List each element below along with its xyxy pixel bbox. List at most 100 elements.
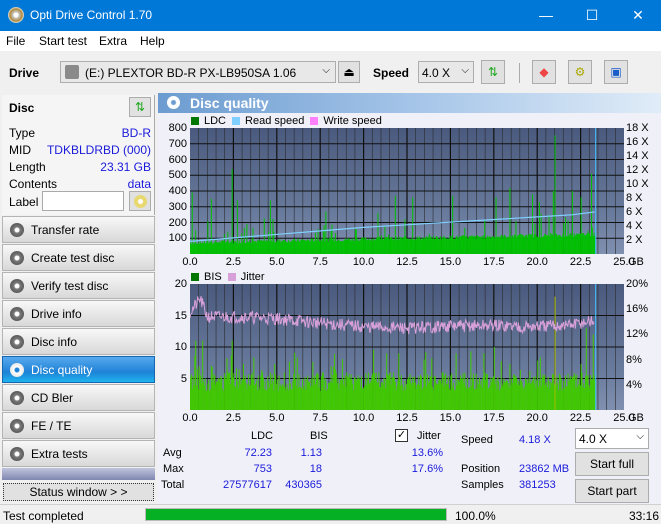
- nav-disc-info[interactable]: Disc info: [2, 328, 155, 355]
- ldc-bar: [328, 237, 330, 254]
- bis-bar: [584, 376, 586, 410]
- bis-bar: [276, 379, 278, 410]
- ldc-bar: [406, 238, 408, 254]
- bis-bar: [446, 383, 448, 410]
- nav-drive-info[interactable]: Drive info: [2, 300, 155, 327]
- nav-extra-tests[interactable]: Extra tests: [2, 440, 155, 467]
- menu-start-test[interactable]: Start test: [39, 34, 87, 48]
- ldc-bar: [540, 213, 542, 254]
- jitter-checkbox[interactable]: ✓: [395, 429, 408, 442]
- menu-file[interactable]: File: [6, 34, 25, 48]
- settings-button[interactable]: ⚙: [568, 60, 592, 84]
- bis-bar: [548, 380, 550, 410]
- disc-icon: [10, 363, 24, 377]
- save-button[interactable]: ▣: [604, 60, 628, 84]
- erase-button[interactable]: ◆: [532, 60, 556, 84]
- ldc-bar: [258, 241, 260, 254]
- nav-fe-te[interactable]: FE / TE: [2, 412, 155, 439]
- bis-bar: [564, 388, 566, 410]
- ldc-bar: [431, 239, 433, 254]
- bis-bar: [198, 366, 200, 410]
- ldc-y2-tick: 14 X: [626, 150, 649, 162]
- bis-bar: [461, 378, 463, 410]
- ldc-bar: [534, 223, 536, 254]
- bis-bar: [252, 379, 254, 410]
- eject-button[interactable]: ⏏: [338, 61, 360, 83]
- nav-transfer-rate[interactable]: Transfer rate: [2, 216, 155, 243]
- ldc-bar: [427, 236, 429, 254]
- bis-bar: [296, 357, 298, 410]
- maximize-button[interactable]: ☐: [569, 0, 615, 31]
- ldc-bar: [550, 232, 552, 254]
- bis-bar: [374, 379, 376, 410]
- test-speed-select[interactable]: 4.0 X ⌵: [575, 428, 649, 449]
- bis-bar: [328, 383, 330, 410]
- bis-bar: [238, 369, 240, 410]
- minimize-button[interactable]: —: [523, 0, 569, 31]
- bis-bar: [419, 385, 421, 410]
- bis-chart: [189, 284, 624, 410]
- nav-verify-test-disc[interactable]: Verify test disc: [2, 272, 155, 299]
- ldc-y-tick: 700: [168, 137, 187, 150]
- bis-bar: [380, 382, 382, 410]
- nav-create-test-disc[interactable]: Create test disc: [2, 244, 155, 271]
- ldc-bar: [209, 241, 211, 254]
- refresh-button[interactable]: ⇅: [481, 60, 505, 84]
- ldc-bar: [485, 238, 487, 254]
- bis-bar: [220, 376, 222, 410]
- ldc-bar: [247, 241, 249, 254]
- disc-icon: [133, 195, 147, 208]
- ldc-bar: [190, 242, 191, 254]
- bis-bar: [474, 388, 476, 410]
- ldc-bar: [214, 241, 216, 254]
- bis-bar: [473, 389, 475, 410]
- bis-bar: [518, 380, 520, 410]
- bis-bar: [342, 384, 344, 410]
- drive-select[interactable]: (E:) PLEXTOR BD-R PX-LB950SA 1.06 ⌵: [60, 61, 336, 83]
- bis-bar: [446, 384, 448, 410]
- nav-cd-bler[interactable]: CD Bler: [2, 384, 155, 411]
- status-window-button[interactable]: Status window > >: [3, 483, 154, 501]
- ldc-bar: [241, 233, 243, 254]
- bis-bar: [542, 374, 544, 410]
- ldc-bar: [557, 236, 559, 254]
- disc-refresh-button[interactable]: ⇅: [129, 97, 151, 117]
- ldc-bar: [257, 239, 259, 254]
- speed-select[interactable]: 4.0 X ⌵: [418, 61, 474, 83]
- bis-bar: [197, 389, 199, 410]
- label-disc-button[interactable]: [129, 191, 151, 211]
- bis-bar: [240, 384, 242, 410]
- bis-bar: [498, 381, 500, 410]
- bis-bar: [314, 384, 316, 410]
- bis-bar: [341, 359, 343, 410]
- ldc-bar: [578, 233, 580, 254]
- bis-y2-tick: 8%: [626, 353, 642, 366]
- ldc-y2-tick: 8 X: [626, 192, 643, 204]
- bis-bar: [217, 378, 219, 410]
- bis-bar: [374, 372, 376, 410]
- label-input[interactable]: [42, 191, 124, 211]
- ldc-bar: [453, 239, 455, 254]
- bis-bar: [549, 388, 551, 410]
- close-button[interactable]: ✕: [615, 0, 661, 31]
- ldc-bar: [346, 240, 348, 254]
- ldc-bar: [238, 240, 240, 254]
- ldc-y-tick: 800: [168, 122, 187, 134]
- menu-extra[interactable]: Extra: [99, 34, 127, 48]
- ldc-bar: [203, 243, 205, 254]
- bis-bar: [420, 374, 422, 410]
- bis-x-tick: 17.5: [483, 412, 505, 424]
- bis-bar: [555, 385, 557, 410]
- start-part-button[interactable]: Start part: [575, 479, 649, 503]
- ldc-bar: [374, 239, 376, 254]
- start-full-button[interactable]: Start full: [575, 452, 649, 476]
- ldc-bar: [289, 241, 291, 254]
- bis-bar: [200, 376, 202, 410]
- bis-bar: [212, 382, 214, 410]
- nav-disc-quality[interactable]: Disc quality: [2, 356, 155, 383]
- ldc-bar: [236, 242, 238, 254]
- bis-bar: [389, 372, 391, 410]
- menu-help[interactable]: Help: [140, 34, 165, 48]
- bis-bar: [202, 340, 204, 410]
- bis-bar: [295, 379, 297, 410]
